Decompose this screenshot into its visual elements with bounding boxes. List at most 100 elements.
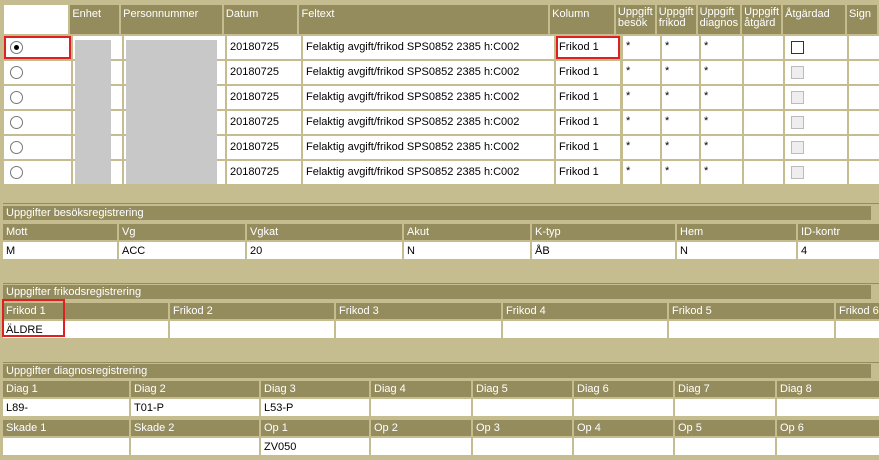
highlight-frikod-1 [2, 299, 65, 337]
uppgift-frikod-cell: * [662, 136, 699, 159]
row-select-cell[interactable] [4, 136, 71, 159]
feltext-cell: Felaktig avgift/frikod SPS0852 2385 h:C0… [303, 111, 554, 134]
kolumn-cell: Frikod 1 [556, 36, 620, 59]
feltext-cell: Felaktig avgift/frikod SPS0852 2385 h:C0… [303, 61, 554, 84]
frikod-column-header: Frikod 5 [669, 303, 834, 319]
diag-value-field[interactable] [675, 399, 775, 416]
diag-value-field[interactable] [473, 399, 572, 416]
op-value-field[interactable] [574, 438, 673, 455]
row-select-cell[interactable] [4, 86, 71, 109]
diag-value-field[interactable] [574, 399, 673, 416]
kolumn-cell: Frikod 1 [556, 111, 620, 134]
diag-value-field[interactable]: T01-P [131, 399, 259, 416]
kolumn-cell: Frikod 1 [556, 86, 620, 109]
row-radio-button[interactable] [10, 41, 23, 54]
atgardad-cell[interactable] [785, 61, 847, 84]
redacted-block [75, 136, 111, 161]
atgardad-checkbox[interactable] [791, 166, 804, 179]
op-value-field[interactable] [3, 438, 129, 455]
row-radio-button[interactable] [10, 91, 23, 104]
uppgift-diagnos-header: Uppgift diagnos [697, 5, 741, 34]
atgardad-checkbox[interactable] [791, 116, 804, 129]
frikod-value-field[interactable] [336, 321, 501, 338]
uppgift-besok-cell: * [623, 111, 660, 134]
diag-value-field[interactable] [371, 399, 471, 416]
besok-value-field[interactable]: 20 [247, 242, 402, 259]
datum-cell: 20180725 [227, 61, 301, 84]
uppgift-diagnos-cell: * [701, 161, 742, 184]
diag-column-header: Diag 3 [261, 381, 369, 397]
op-value-field[interactable] [371, 438, 471, 455]
diag-value-field[interactable]: L89- [3, 399, 129, 416]
enhet-cell [73, 161, 122, 184]
row-select-cell[interactable] [4, 111, 71, 134]
feltext-cell: Felaktig avgift/frikod SPS0852 2385 h:C0… [303, 36, 554, 59]
atgardad-cell[interactable] [785, 36, 847, 59]
besok-column-header: Akut [404, 224, 530, 240]
sign-cell [849, 111, 879, 134]
besok-column-header: K-typ [532, 224, 675, 240]
besok-column-header: Vgkat [247, 224, 402, 240]
frikod-value-field[interactable] [170, 321, 334, 338]
personnummer-cell [124, 61, 225, 86]
redacted-block [126, 40, 217, 61]
redacted-block [126, 136, 217, 161]
uppgift-besok-cell: * [623, 86, 660, 109]
diag-value-field[interactable]: L53-P [261, 399, 369, 416]
sign-cell [849, 61, 879, 84]
op-value-field[interactable] [473, 438, 572, 455]
frikod-value-field[interactable] [669, 321, 834, 338]
besok-value-field[interactable]: M [3, 242, 117, 259]
besok-value-field[interactable]: ÅB [532, 242, 675, 259]
kolumn-cell: Frikod 1 [556, 161, 620, 184]
datum-cell: 20180725 [227, 161, 301, 184]
op-value-field[interactable] [131, 438, 259, 455]
row-radio-button[interactable] [10, 166, 23, 179]
op-value-field[interactable] [675, 438, 775, 455]
sign-cell [849, 161, 879, 184]
atgardad-cell[interactable] [785, 86, 847, 109]
besok-value-field[interactable]: ACC [119, 242, 245, 259]
atgardad-checkbox[interactable] [791, 141, 804, 154]
diag-column-header: Diag 6 [574, 381, 673, 397]
op-value-field[interactable]: ZV050 [261, 438, 369, 455]
diag-value-field[interactable] [777, 399, 879, 416]
op-value-field[interactable] [777, 438, 879, 455]
redacted-block [75, 161, 111, 184]
op-column-header: Op 2 [371, 420, 471, 436]
frikod-value-field[interactable] [836, 321, 879, 338]
row-radio-button[interactable] [10, 116, 23, 129]
enhet-cell [73, 86, 122, 111]
besok-value-field[interactable]: N [677, 242, 796, 259]
personnummer-cell [124, 136, 225, 161]
enhet-cell [73, 61, 122, 86]
frikod-value-field[interactable] [503, 321, 667, 338]
diag-column-header: Diag 1 [3, 381, 129, 397]
atgardad-checkbox[interactable] [791, 41, 804, 54]
uppgift-besok-header: Uppgift besök [615, 5, 655, 34]
row-select-cell[interactable] [4, 161, 71, 184]
diagnos-section-title: Uppgifter diagnosregistrering [3, 364, 871, 378]
redacted-block [75, 40, 111, 61]
row-select-cell[interactable] [4, 36, 71, 59]
enhet-cell [73, 36, 122, 61]
op-column-header: Skade 1 [3, 420, 129, 436]
uppgift-besok-cell: * [623, 136, 660, 159]
uppgift-atgard-cell [744, 61, 783, 84]
row-radio-button[interactable] [10, 141, 23, 154]
atgardad-cell[interactable] [785, 161, 847, 184]
redacted-block [126, 86, 217, 111]
atgardad-cell[interactable] [785, 136, 847, 159]
kolumn-cell: Frikod 1 [556, 61, 620, 84]
row-select-cell[interactable] [4, 61, 71, 84]
atgardad-checkbox[interactable] [791, 66, 804, 79]
frikod-divider [3, 283, 879, 284]
atgardad-cell[interactable] [785, 111, 847, 134]
datum-cell: 20180725 [227, 36, 301, 59]
row-radio-button[interactable] [10, 66, 23, 79]
atgardad-checkbox[interactable] [791, 91, 804, 104]
besok-value-field[interactable]: 4 [798, 242, 879, 259]
uppgift-frikod-header: Uppgift frikod [656, 5, 696, 34]
besok-value-field[interactable]: N [404, 242, 530, 259]
besok-column-header: Hem [677, 224, 796, 240]
